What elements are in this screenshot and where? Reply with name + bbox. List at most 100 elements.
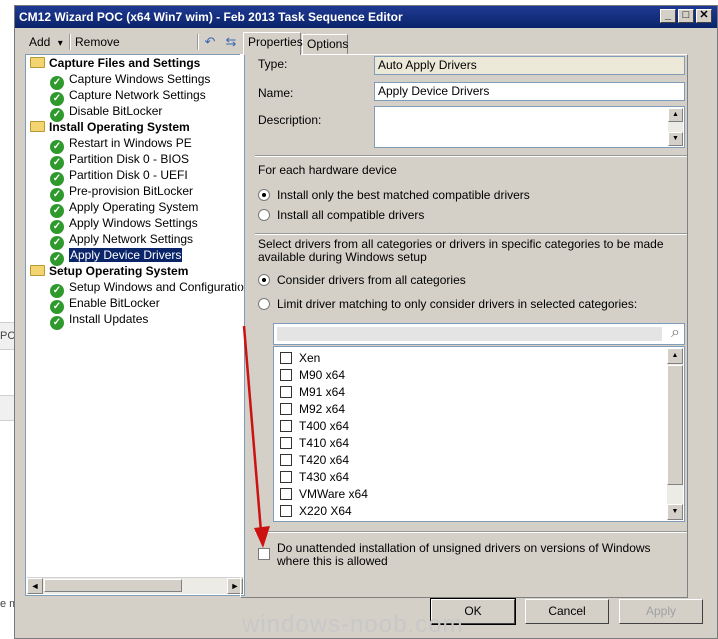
list-item-label: M90 x64 xyxy=(299,368,346,382)
name-field[interactable]: Apply Device Drivers xyxy=(374,82,685,101)
list-item[interactable]: M90 x64 xyxy=(280,367,345,383)
tree-group[interactable]: Setup Operating System xyxy=(30,263,188,279)
divider xyxy=(255,233,687,235)
category-checkbox[interactable] xyxy=(280,386,292,398)
search-input[interactable] xyxy=(277,327,662,341)
tree-item-label: Partition Disk 0 - BIOS xyxy=(69,152,190,166)
apply-button[interactable]: Apply xyxy=(619,599,703,624)
list-item[interactable]: T410 x64 xyxy=(280,435,349,451)
move-down-icon[interactable]: ⇆ xyxy=(223,34,239,50)
list-item-label: T410 x64 xyxy=(299,436,350,450)
tree-item-label: Apply Operating System xyxy=(69,200,199,214)
tree-item-label: Setup Windows and Configuration xyxy=(69,280,245,294)
description-label: Description: xyxy=(258,113,322,127)
list-item[interactable]: Xen xyxy=(280,350,320,366)
window-title: CM12 Wizard POC (x64 Win7 wim) - Feb 201… xyxy=(19,10,403,24)
remove-button[interactable]: Remove xyxy=(75,35,120,49)
list-item[interactable]: T400 x64 xyxy=(280,418,349,434)
scroll-thumb[interactable] xyxy=(44,579,182,592)
list-item[interactable]: X220 X64 xyxy=(280,503,352,519)
tab-properties[interactable]: Properties xyxy=(243,32,303,55)
category-search-box[interactable]: ⌕ xyxy=(273,323,685,345)
add-label: Add xyxy=(29,35,51,49)
list-item-label: T400 x64 xyxy=(299,419,350,433)
category-checkbox[interactable] xyxy=(280,488,292,500)
search-icon[interactable]: ⌕ xyxy=(671,324,680,342)
tree-item[interactable]: ✓ Setup Windows and Configuration xyxy=(50,279,245,298)
scroll-left-button[interactable]: ◄ xyxy=(27,578,43,594)
scroll-down-button[interactable]: ▼ xyxy=(668,132,683,146)
tree-item-label: Install Updates xyxy=(69,312,149,326)
list-item[interactable]: T420 x64 xyxy=(280,452,349,468)
radio-all-compatible-label: Install all compatible drivers xyxy=(277,208,425,222)
radio-best-matched-label: Install only the best matched compatible… xyxy=(277,188,530,202)
maximize-button[interactable]: □ xyxy=(678,9,694,23)
tab-options[interactable]: Options xyxy=(302,34,348,54)
list-item[interactable]: M92 x64 xyxy=(280,401,345,417)
radio-limit-categories[interactable] xyxy=(258,298,270,310)
hardware-heading: For each hardware device xyxy=(258,163,397,177)
add-menu-button[interactable]: Add ▾ xyxy=(29,35,63,49)
tree-item-label: Apply Windows Settings xyxy=(69,216,198,230)
tree-group[interactable]: Capture Files and Settings xyxy=(30,55,200,71)
tree-item[interactable]: ✓ Capture Network Settings xyxy=(50,87,206,106)
tree-group[interactable]: Install Operating System xyxy=(30,119,190,135)
category-checkbox[interactable] xyxy=(280,437,292,449)
minimize-button[interactable]: _ xyxy=(660,9,676,23)
tree-item[interactable]: ✓ Pre-provision BitLocker xyxy=(50,183,194,202)
title-bar[interactable]: CM12 Wizard POC (x64 Win7 wim) - Feb 201… xyxy=(15,6,717,28)
list-item-label: Xen xyxy=(299,351,321,365)
cancel-button[interactable]: Cancel xyxy=(525,599,609,624)
list-item[interactable]: T430 x64 xyxy=(280,469,349,485)
background-strip xyxy=(0,395,14,421)
tree-item[interactable]: ✓ Enable BitLocker xyxy=(50,295,160,314)
tree-item[interactable]: ✓ Apply Operating System xyxy=(50,199,199,218)
scroll-up-button[interactable]: ▲ xyxy=(667,348,683,364)
radio-best-matched[interactable] xyxy=(258,189,270,201)
tree-item-label: Restart in Windows PE xyxy=(69,136,192,150)
radio-all-compatible[interactable] xyxy=(258,209,270,221)
tree-item[interactable]: ✓ Partition Disk 0 - BIOS xyxy=(50,151,190,170)
close-button[interactable]: ✕ xyxy=(696,9,712,23)
toolbar-separator xyxy=(197,34,199,50)
tree-item-label: Pre-provision BitLocker xyxy=(69,184,194,198)
folder-icon xyxy=(30,57,45,68)
category-checkbox[interactable] xyxy=(280,420,292,432)
name-label: Name: xyxy=(258,86,294,100)
list-item[interactable]: VMWare x64 xyxy=(280,486,368,502)
category-list-scrollbar[interactable]: ▲ ▼ xyxy=(667,348,683,520)
scroll-thumb[interactable] xyxy=(667,365,683,485)
check-icon: ✓ xyxy=(50,316,64,330)
tree-item[interactable]: ✓ Disable BitLocker xyxy=(50,103,162,122)
tree-item[interactable]: ✓ Partition Disk 0 - UEFI xyxy=(50,167,188,186)
tree-horizontal-scrollbar[interactable]: ◄ ► xyxy=(27,577,243,594)
task-sequence-tree[interactable]: Capture Files and Settings ✓ Capture Wind… xyxy=(25,54,245,596)
tree-item[interactable]: ✓ Apply Network Settings xyxy=(50,231,193,250)
category-checkbox[interactable] xyxy=(280,471,292,483)
tree-item-label: Apply Device Drivers xyxy=(67,247,184,263)
tree-group-label: Install Operating System xyxy=(49,120,190,134)
category-checkbox[interactable] xyxy=(280,454,292,466)
category-list[interactable]: Xen M90 x64 M91 x64 M92 x64 T400 x64 T41… xyxy=(273,346,685,522)
tree-item-selected[interactable]: ✓ Apply Device Drivers xyxy=(50,247,184,266)
scroll-down-button[interactable]: ▼ xyxy=(667,504,683,520)
category-checkbox[interactable] xyxy=(280,352,292,364)
tree-item[interactable]: ✓ Apply Windows Settings xyxy=(50,215,198,234)
background-text: PC xyxy=(0,330,16,342)
divider xyxy=(255,155,687,157)
move-up-icon[interactable]: ↶ xyxy=(202,34,218,50)
scroll-up-button[interactable]: ▲ xyxy=(668,108,683,122)
tree-item[interactable]: ✓ Install Updates xyxy=(50,311,149,330)
tree-item[interactable]: ✓ Capture Windows Settings xyxy=(50,71,210,90)
tree-item[interactable]: ✓ Restart in Windows PE xyxy=(50,135,192,154)
radio-all-categories[interactable] xyxy=(258,274,270,286)
list-item[interactable]: M91 x64 xyxy=(280,384,345,400)
category-checkbox[interactable] xyxy=(280,369,292,381)
description-field[interactable] xyxy=(374,106,685,148)
radio-all-categories-label: Consider drivers from all categories xyxy=(277,273,466,287)
category-checkbox[interactable] xyxy=(280,505,292,517)
list-item-label: M91 x64 xyxy=(299,385,346,399)
category-checkbox[interactable] xyxy=(280,403,292,415)
description-scrollbar[interactable]: ▲ ▼ xyxy=(668,108,683,146)
tree-item-label: Enable BitLocker xyxy=(69,296,160,310)
